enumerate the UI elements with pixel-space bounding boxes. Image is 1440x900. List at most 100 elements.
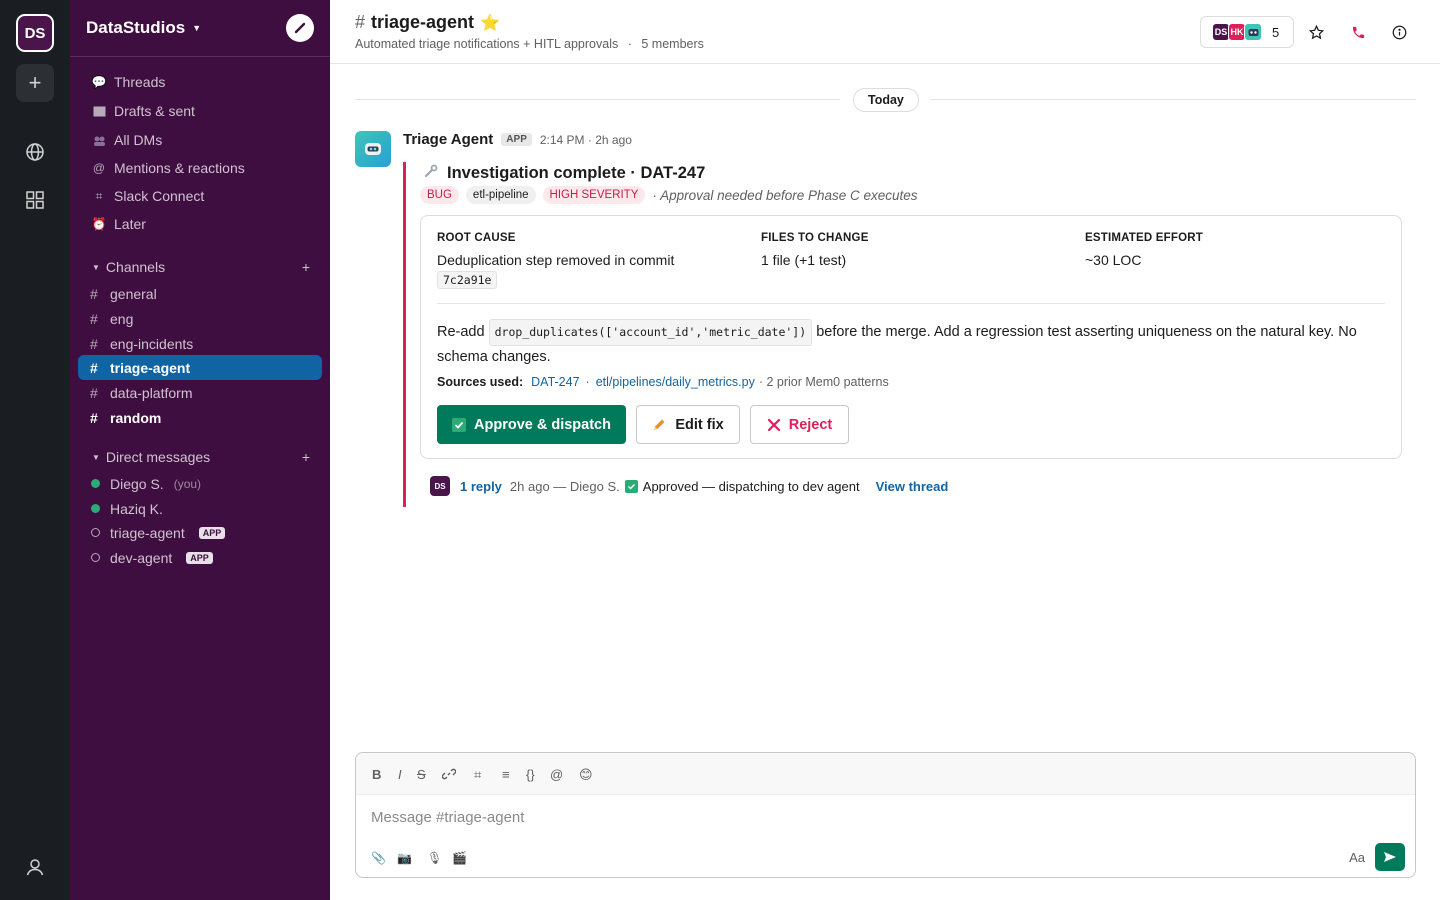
hash-icon: # — [355, 12, 366, 32]
strikethrough-button[interactable]: S — [417, 767, 426, 782]
send-icon — [1384, 852, 1396, 862]
add-channel-icon[interactable]: + — [302, 259, 310, 275]
sender-name[interactable]: Triage Agent — [403, 131, 493, 148]
text-formatting-toggle[interactable]: Aa — [1349, 850, 1365, 865]
member-count: 5 — [1272, 24, 1280, 40]
sidebar-item-slack-connect[interactable]: ⌗ Slack Connect — [78, 183, 322, 209]
channel-title[interactable]: # triage-agent ⭐ — [355, 12, 500, 33]
channel-header: # triage-agent ⭐ Automated triage notifi… — [330, 0, 1440, 64]
sidebar-item-all-dms[interactable]: All DMs — [78, 127, 322, 153]
separator: · — [627, 37, 632, 51]
add-workspace-button[interactable]: + — [16, 64, 54, 102]
commit-hash: 7c2a91e — [437, 271, 498, 289]
mention-icon[interactable]: @ — [550, 767, 563, 782]
thread-reply-bar[interactable]: DS 1 reply 2h ago — Diego S. Approved — … — [430, 476, 948, 496]
ordered-list-icon[interactable]: ⌗ — [474, 767, 481, 783]
sources-row: Sources used: DAT-247 · etl/pipelines/da… — [437, 375, 889, 389]
view-thread-link[interactable]: View thread — [876, 479, 949, 494]
add-dm-icon[interactable]: + — [302, 449, 310, 465]
presence-away-icon — [91, 528, 100, 537]
reply-avatar: DS — [430, 476, 450, 496]
pipeline-tag: etl-pipeline — [465, 186, 536, 204]
field-label: FILES TO CHANGE — [761, 232, 869, 244]
camera-icon[interactable]: 📷 — [397, 851, 412, 865]
fix-prefix: Re-add — [437, 324, 485, 340]
field-value: ~30 LOC — [1085, 252, 1142, 268]
sidebar-item-dm-triage-agent[interactable]: triage-agent APP — [78, 520, 322, 545]
sidebar-item-dm-diego[interactable]: Diego S. (you) — [78, 471, 322, 496]
check-box-icon — [624, 479, 638, 493]
field-value: 1 file (+1 test) — [761, 252, 847, 268]
channel-name: general — [110, 285, 157, 302]
day-divider-line — [355, 99, 840, 100]
bold-button[interactable]: B — [372, 767, 381, 782]
hash-icon: # — [90, 310, 98, 327]
day-divider-label[interactable]: Today — [853, 88, 919, 112]
edit-fix-button[interactable]: Edit fix — [636, 405, 740, 444]
sidebar-item-channel-data-platform[interactable]: # data-platform — [78, 380, 322, 405]
apps-grid-icon[interactable] — [16, 181, 54, 219]
sidebar-item-channel-eng-incidents[interactable]: # eng-incidents — [78, 331, 322, 356]
star-icon: ⭐ — [480, 14, 500, 32]
sidebar-item-channel-triage-agent[interactable]: # triage-agent — [78, 355, 322, 380]
globe-icon[interactable] — [16, 133, 54, 171]
sidebar: DataStudios ▼ 💬 Threads Drafts & sent Al… — [70, 0, 330, 900]
members-count-text[interactable]: 5 members — [641, 37, 704, 51]
presence-online-icon — [91, 504, 100, 513]
sidebar-item-dm-haziq[interactable]: Haziq K. — [78, 496, 322, 521]
hash-icon: # — [90, 335, 98, 352]
code-block-icon[interactable]: {} — [526, 767, 535, 782]
channel-name: eng-incidents — [110, 335, 194, 352]
italic-button[interactable]: I — [398, 767, 402, 782]
message-input[interactable]: Message #triage-agent — [371, 809, 524, 826]
star-outline-icon[interactable] — [1306, 22, 1326, 42]
channel-title-text: triage-agent — [371, 12, 475, 32]
bullet-list-icon[interactable]: ≡ — [502, 767, 510, 782]
app-badge: APP — [186, 551, 213, 564]
alarm-clock-icon: ⏰ — [91, 217, 107, 231]
link-icon[interactable] — [441, 767, 457, 784]
bug-tag: BUG — [420, 186, 459, 204]
you-label: (you) — [173, 476, 202, 491]
reject-button[interactable]: Reject — [750, 405, 849, 444]
file-link[interactable]: etl/pipelines/daily_metrics.py — [596, 375, 755, 389]
sidebar-item-channel-random[interactable]: # random — [78, 405, 322, 430]
ticket-link[interactable]: DAT-247 — [531, 375, 579, 389]
check-box-icon — [452, 417, 467, 432]
profile-icon[interactable] — [16, 848, 54, 886]
sidebar-item-channel-general[interactable]: # general — [78, 281, 322, 306]
workspace-avatar[interactable]: DS — [16, 14, 54, 52]
tag-row: BUG etl-pipeline HIGH SEVERITY · Approva… — [420, 186, 918, 204]
phone-icon[interactable] — [1348, 22, 1368, 42]
button-label: Approve & dispatch — [474, 416, 611, 433]
approve-dispatch-button[interactable]: Approve & dispatch — [437, 405, 626, 444]
clapper-icon[interactable]: 🎬 — [452, 851, 467, 865]
members-button[interactable]: DS HK 5 — [1200, 16, 1294, 48]
patterns-text: · 2 prior Mem0 patterns — [758, 375, 889, 389]
sidebar-item-threads[interactable]: 💬 Threads — [78, 69, 322, 95]
dm-name: dev-agent — [110, 549, 173, 566]
message-header: Triage Agent APP 2:14 PM · 2h ago — [403, 131, 632, 148]
dms-section-header[interactable]: ▼ Direct messages + — [78, 446, 322, 468]
sidebar-item-mentions[interactable]: @ Mentions & reactions — [78, 155, 322, 181]
app-badge: APP — [198, 526, 226, 539]
send-button[interactable] — [1375, 843, 1405, 871]
sidebar-item-channel-eng[interactable]: # eng — [78, 306, 322, 331]
hash-icon: # — [90, 384, 98, 401]
message-timestamp[interactable]: 2:14 PM · 2h ago — [540, 133, 632, 147]
sidebar-item-later[interactable]: ⏰ Later — [78, 211, 322, 237]
sidebar-item-label: Threads — [114, 74, 166, 90]
bot-avatar[interactable] — [355, 131, 391, 167]
reply-count[interactable]: 1 reply — [460, 479, 502, 494]
sidebar-item-dm-dev-agent[interactable]: dev-agent APP — [78, 545, 322, 570]
sidebar-item-label: Drafts & sent — [114, 103, 195, 119]
fix-description: Re-add drop_duplicates(['account_id','me… — [437, 319, 1377, 369]
sidebar-item-drafts[interactable]: Drafts & sent — [78, 98, 322, 124]
microphone-icon[interactable]: 🎙 — [427, 851, 442, 865]
channels-section-header[interactable]: ▼ Channels + — [78, 256, 322, 278]
attach-icon[interactable]: 📎 — [371, 851, 386, 865]
emoji-icon[interactable]: 😊 — [579, 767, 593, 783]
compose-button[interactable] — [286, 14, 314, 42]
info-icon[interactable] — [1389, 22, 1409, 42]
presence-away-icon — [91, 553, 100, 562]
